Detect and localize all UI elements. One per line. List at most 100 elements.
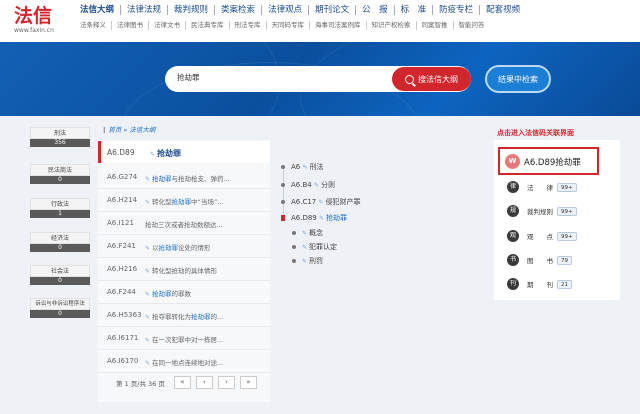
tree-node[interactable]: A6 ✎ 刑法 [281,162,323,172]
category-procedure[interactable]: 诉讼与非诉讼程序法 0 [30,298,90,318]
tree-current-marker [281,215,285,221]
list-item[interactable]: A6.F241 ✎ 以抢劫罪论处的情形 [98,235,270,258]
pagination: 第 1 页/共 36 页 « ‹ › » [116,376,257,389]
tree-node-current[interactable]: A6.D89 ✎ 抢劫罪 [281,213,347,223]
next-page-button[interactable]: › [217,376,235,389]
nav-laws[interactable]: 法律法规 [121,5,169,15]
subnav-books[interactable]: 法律图书 [112,21,149,30]
list-item[interactable]: A6.H214 ✎ 转化型抢劫罪中“当场”... [98,189,270,212]
pencil-icon: ✎ [145,291,151,298]
list-item-code: A6.I121 [107,219,134,227]
law-icon: 律 [507,181,519,193]
nav-outline[interactable]: 法信大纲 [80,5,122,15]
list-item-code: A6.H214 [107,196,138,204]
breadcrumb-home[interactable]: 首页 [108,126,121,134]
pencil-icon: ✎ [319,215,325,222]
nav-videos[interactable]: 配套视频 [480,5,526,15]
subnav-qa[interactable]: 智能问答 [454,21,490,30]
related-count: 21 [557,279,572,289]
subnav-interpretation[interactable]: 法条释义 [80,21,112,30]
subnav-criminal[interactable]: 刑法专库 [230,21,267,30]
list-item-title: ✎ 在同一地点连续地对途... [145,359,224,367]
list-item-code: A6.I6170 [107,357,139,365]
pencil-icon: ✎ [150,150,156,158]
subnav-civil-code[interactable]: 民法典专库 [186,21,230,30]
list-item-code: A6.F244 [107,288,136,296]
list-item[interactable]: A6.I6170 ✎ 在同一地点连续地对途... [98,350,270,373]
tree-node[interactable]: A6.B4 ✎ 分则 [281,180,335,190]
related-count: 99+ [557,231,577,241]
list-item[interactable]: A6.I6171 ✎ 在一次犯罪中对一栋居... [98,327,270,350]
pencil-icon: ✎ [145,199,151,206]
category-economic[interactable]: 经济法 0 [30,232,90,252]
related-laws[interactable]: 律 法 律 99+ [507,180,577,194]
tree-child[interactable]: ✎ 犯罪认定 [292,242,337,252]
opinion-icon: 观 [507,230,519,242]
pencil-icon: ✎ [302,244,308,251]
related-rules[interactable]: 规 裁判规则 99+ [507,204,577,218]
list-item[interactable]: A6.H216 ✎ 转化型抢劫的具体情形 [98,258,270,281]
list-item[interactable]: A6.I121 抢劫三次或者抢劫数额达... [98,212,270,235]
tree-child[interactable]: ✎ 概念 [292,228,323,238]
subnav-documents[interactable]: 法律文书 [149,21,186,30]
tree-dot [292,231,296,235]
list-item-code: A6.I6171 [107,334,139,342]
tree-child[interactable]: ✎ 刑罚 [292,256,323,266]
list-item[interactable]: A6.H5363 ✎ 抢夺罪转化为抢劫罪的... [98,304,270,327]
subnav-ip[interactable]: 知识产权检索 [367,21,417,30]
pencil-icon: ✎ [302,258,308,265]
nav-case-search[interactable]: 类案检索 [215,5,263,15]
list-item-title: ✎ 以抢劫罪论处的情形 [145,244,211,252]
related-opinions[interactable]: 观 观 点 99+ [507,229,577,243]
last-page-button[interactable]: » [239,376,257,389]
site-header: 法信 www.faxin.cn 法信大纲 法律法规 裁判规则 类案检索 法律观点… [0,0,640,42]
list-item[interactable]: A6.G274 ✎ 抢劫罪与抢劫枪支、弹药... [98,166,270,189]
nav-rules[interactable]: 裁判规则 [168,5,216,15]
category-count: 1 [30,210,90,218]
category-label: 诉讼与非诉讼程序法 [30,298,90,310]
tree-node[interactable]: A6.C17 ✎ 侵犯财产罪 [281,197,361,207]
pencil-icon: ✎ [145,245,151,252]
subnav-tiantong[interactable]: 天同码专库 [267,21,310,30]
book-icon: 书 [507,254,519,266]
list-item[interactable]: A6.F244 ✎ 抢劫罪的罪数 [98,281,270,304]
selected-code: A6.D89 [107,148,135,157]
nav-standards[interactable]: 标 准 [395,5,434,15]
pencil-icon: ✎ [302,230,308,237]
related-books[interactable]: 书 图 书 79 [507,253,572,267]
pencil-icon: ✎ [318,199,324,206]
category-social[interactable]: 社会法 0 [30,265,90,285]
pencil-icon: ✎ [145,314,151,321]
search-input[interactable] [177,73,377,82]
journal-icon: 刊 [507,278,519,290]
first-page-button[interactable]: « [173,376,191,389]
tree-dot [281,200,285,204]
category-label: 民法商法 [30,164,90,176]
pencil-icon: ✎ [302,164,308,171]
subnav-maritime[interactable]: 海事司法案例库 [310,21,367,30]
category-criminal[interactable]: 刑法 356 [30,127,90,147]
faxin-logo[interactable]: 法信 www.faxin.cn [14,6,54,34]
nav-journals[interactable]: 期刊论文 [309,5,357,15]
faxin-code-link[interactable]: W A6.D89抢劫罪 [498,147,599,175]
tree-dot [281,183,285,187]
related-journals[interactable]: 刊 期 刊 21 [507,277,572,291]
category-civil[interactable]: 民法商法 0 [30,164,90,184]
search-in-results-button[interactable]: 结果中检索 [485,65,551,93]
main-nav: 法信大纲 法律法规 裁判规则 类案检索 法律观点 期刊论文 公 报 标 准 防疫… [80,5,526,15]
pencil-icon: ✎ [313,182,319,189]
logo-text: 法信 [14,5,53,27]
selected-title: ✎ 抢劫罪 [150,149,181,158]
list-item-title: 抢劫三次或者抢劫数额达... [145,221,223,229]
subnav-similar[interactable]: 同案智推 [417,21,454,30]
list-selected-item[interactable]: A6.D89 ✎ 抢劫罪 [98,141,270,163]
nav-gazette[interactable]: 公 报 [356,5,395,15]
list-item-title: ✎ 转化型抢劫的具体情形 [145,267,217,275]
nav-epidemic[interactable]: 防疫专栏 [433,5,481,15]
category-administrative[interactable]: 行政法 1 [30,198,90,218]
search-icon [405,74,414,84]
search-outline-button[interactable]: 搜法信大纲 [392,67,471,91]
nav-opinions[interactable]: 法律观点 [262,5,310,15]
list-item-code: A6.G274 [107,173,138,181]
prev-page-button[interactable]: ‹ [195,376,213,389]
